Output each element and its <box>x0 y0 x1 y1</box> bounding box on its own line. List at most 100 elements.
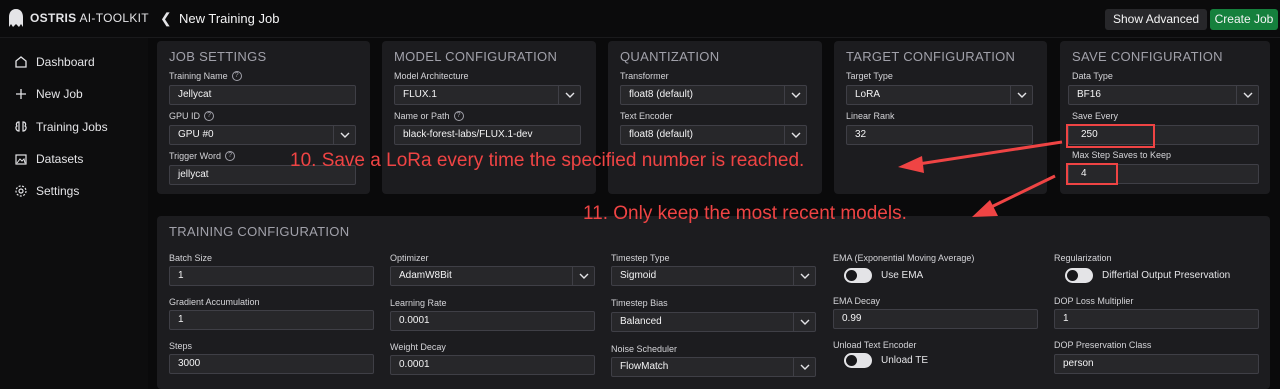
ema-decay-label: EMA Decay <box>833 296 881 306</box>
dop-toggle[interactable] <box>1065 268 1093 283</box>
help-icon[interactable]: ? <box>225 151 236 161</box>
back-chevron-icon[interactable]: ❮ <box>160 10 172 27</box>
chevron-down-icon <box>793 358 815 376</box>
text-encoder-select[interactable]: float8 (default) <box>620 125 807 145</box>
training-configuration-panel: TRAINING CONFIGURATION Batch Size 1 Grad… <box>157 216 1270 389</box>
sidebar-item-label: Settings <box>36 184 80 198</box>
linear-rank-label: Linear Rank <box>846 111 895 121</box>
chevron-down-icon <box>1010 86 1032 104</box>
transformer-select[interactable]: float8 (default) <box>620 85 807 105</box>
name-or-path-label: Name or Path? <box>394 111 464 121</box>
chevron-down-icon <box>784 126 806 144</box>
panel-title: TARGET CONFIGURATION <box>846 49 1016 64</box>
sidebar-item-new-job[interactable]: New Job <box>14 87 83 101</box>
sidebar-item-label: Datasets <box>36 152 84 166</box>
unload-te-toggle[interactable] <box>844 353 872 368</box>
timestep-type-label: Timestep Type <box>611 253 670 263</box>
timestep-type-select[interactable]: Sigmoid <box>611 266 816 286</box>
training-name-input[interactable]: Jellycat <box>169 85 356 105</box>
gradient-accumulation-input[interactable]: 1 <box>169 310 374 330</box>
panel-title: SAVE CONFIGURATION <box>1072 49 1223 64</box>
panel-title: JOB SETTINGS <box>169 49 267 64</box>
logo-icon <box>9 9 23 27</box>
weight-decay-label: Weight Decay <box>390 342 446 352</box>
batch-size-label: Batch Size <box>169 253 213 263</box>
batch-size-input[interactable]: 1 <box>169 266 374 286</box>
dop-preservation-class-label: DOP Preservation Class <box>1054 340 1152 350</box>
chevron-down-icon <box>784 86 806 104</box>
use-ema-toggle-label: Use EMA <box>881 270 924 281</box>
chevron-down-icon <box>333 126 355 144</box>
trigger-word-label: Trigger Word? <box>169 151 236 161</box>
learning-rate-input[interactable]: 0.0001 <box>390 311 595 331</box>
target-configuration-panel: TARGET CONFIGURATION Target Type LoRA Li… <box>834 41 1047 194</box>
sidebar-item-datasets[interactable]: Datasets <box>14 152 83 166</box>
annotation-11: 11. Only keep the most recent models. <box>583 203 907 224</box>
help-icon[interactable]: ? <box>453 111 464 121</box>
max-saves-highlight <box>1066 163 1118 185</box>
chevron-down-icon <box>572 267 594 285</box>
create-job-button[interactable]: Create Job <box>1210 9 1278 30</box>
model-architecture-label: Model Architecture <box>394 71 469 81</box>
gpu-id-select[interactable]: GPU #0 <box>169 125 356 145</box>
weight-decay-input[interactable]: 0.0001 <box>390 355 595 375</box>
linear-rank-input[interactable]: 32 <box>846 125 1033 145</box>
chevron-down-icon <box>558 86 580 104</box>
show-advanced-button[interactable]: Show Advanced <box>1105 9 1208 30</box>
gear-icon <box>15 185 27 197</box>
optimizer-label: Optimizer <box>390 253 429 263</box>
name-or-path-input[interactable]: black-forest-labs/FLUX.1-dev <box>394 125 581 145</box>
plus-icon <box>16 89 26 99</box>
target-type-label: Target Type <box>846 71 893 81</box>
noise-scheduler-select[interactable]: FlowMatch <box>611 357 816 377</box>
sidebar-item-label: Dashboard <box>36 55 95 69</box>
chevron-down-icon <box>1236 86 1258 104</box>
target-type-select[interactable]: LoRA <box>846 85 1033 105</box>
page-title: New Training Job <box>179 11 280 26</box>
sidebar-item-training-jobs[interactable]: Training Jobs <box>14 120 108 134</box>
panel-title: MODEL CONFIGURATION <box>394 49 558 64</box>
max-step-saves-label: Max Step Saves to Keep <box>1072 150 1172 160</box>
app-logo[interactable]: OSTRIS AI-TOOLKIT <box>8 8 149 28</box>
save-every-label: Save Every <box>1072 111 1119 121</box>
gpu-id-label: GPU ID? <box>169 111 215 121</box>
dop-loss-multiplier-input[interactable]: 1 <box>1054 309 1259 329</box>
sidebar-item-label: New Job <box>36 87 83 101</box>
help-icon[interactable]: ? <box>204 111 215 121</box>
learning-rate-label: Learning Rate <box>390 298 447 308</box>
timestep-bias-label: Timestep Bias <box>611 298 668 308</box>
unload-te-toggle-label: Unload TE <box>881 355 929 366</box>
unload-text-encoder-label: Unload Text Encoder <box>833 340 917 350</box>
top-bar: OSTRIS AI-TOOLKIT ❮ New Training Job Sho… <box>0 0 1280 38</box>
chevron-down-icon <box>793 313 815 331</box>
sidebar-item-label: Training Jobs <box>36 120 108 134</box>
annotation-10: 10. Save a LoRa every time the specified… <box>290 150 805 171</box>
images-icon <box>15 154 27 165</box>
text-encoder-label: Text Encoder <box>620 111 673 121</box>
data-type-select[interactable]: BF16 <box>1068 85 1259 105</box>
timestep-bias-select[interactable]: Balanced <box>611 312 816 332</box>
dop-loss-multiplier-label: DOP Loss Multiplier <box>1054 296 1134 306</box>
app-name: OSTRIS AI-TOOLKIT <box>30 11 149 25</box>
steps-label: Steps <box>169 341 193 351</box>
home-icon <box>15 56 27 68</box>
save-every-highlight <box>1066 124 1155 148</box>
help-icon[interactable]: ? <box>231 71 242 81</box>
dop-preservation-class-input[interactable]: person <box>1054 354 1259 374</box>
transformer-label: Transformer <box>620 71 669 81</box>
sidebar: Dashboard New Job Training Jobs Datasets… <box>0 38 148 389</box>
model-architecture-select[interactable]: FLUX.1 <box>394 85 581 105</box>
data-type-label: Data Type <box>1072 71 1113 81</box>
training-name-label: Training Name? <box>169 71 242 81</box>
sidebar-item-dashboard[interactable]: Dashboard <box>14 55 95 69</box>
dop-toggle-label: Differtial Output Preservation <box>1102 270 1231 281</box>
ema-decay-input[interactable]: 0.99 <box>833 309 1038 329</box>
steps-input[interactable]: 3000 <box>169 354 374 374</box>
sidebar-item-settings[interactable]: Settings <box>14 184 79 198</box>
ema-label: EMA (Exponential Moving Average) <box>833 253 975 263</box>
gradient-accumulation-label: Gradient Accumulation <box>169 297 260 307</box>
panel-title: TRAINING CONFIGURATION <box>169 224 350 239</box>
use-ema-toggle[interactable] <box>844 268 872 283</box>
optimizer-select[interactable]: AdamW8Bit <box>390 266 595 286</box>
panel-title: QUANTIZATION <box>620 49 720 64</box>
